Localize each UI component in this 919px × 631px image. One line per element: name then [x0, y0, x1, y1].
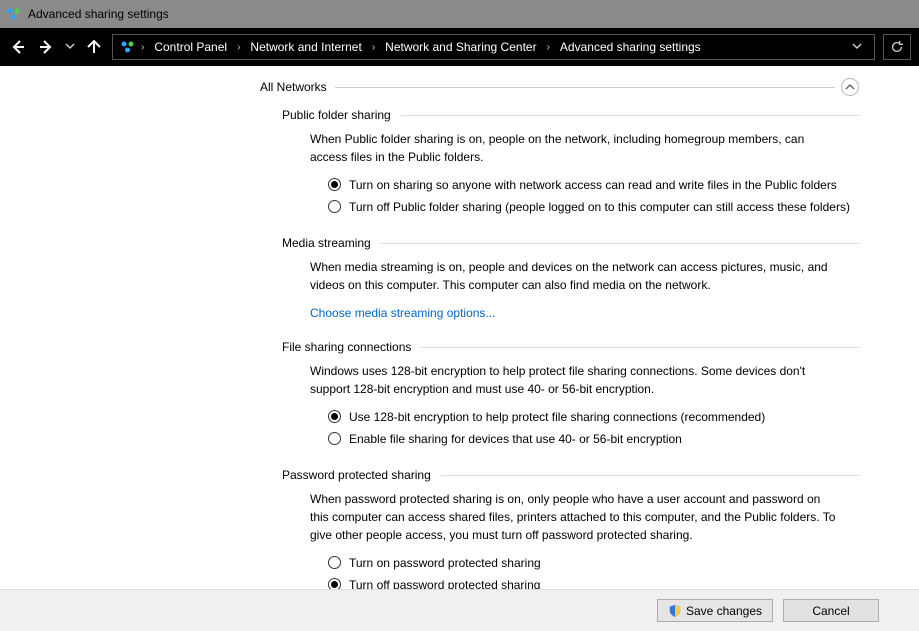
- radio-label: Enable file sharing for devices that use…: [349, 430, 682, 448]
- chevron-right-icon: ›: [235, 42, 242, 53]
- breadcrumb-item[interactable]: Advanced sharing settings: [554, 37, 707, 57]
- radio-public-on[interactable]: Turn on sharing so anyone with network a…: [328, 176, 859, 194]
- radio-icon[interactable]: [328, 178, 341, 191]
- group-title: All Networks: [260, 80, 335, 94]
- back-button[interactable]: [8, 37, 28, 57]
- section-description: When password protected sharing is on, o…: [310, 490, 839, 544]
- breadcrumb[interactable]: › Control Panel › Network and Internet ›…: [112, 34, 875, 60]
- radio-password-on[interactable]: Turn on password protected sharing: [328, 554, 859, 572]
- refresh-button[interactable]: [883, 34, 911, 60]
- radio-icon[interactable]: [328, 432, 341, 445]
- content-area: All Networks Public folder sharing When …: [0, 66, 919, 589]
- radio-icon[interactable]: [328, 578, 341, 589]
- section-public-folder: Public folder sharing: [282, 108, 859, 122]
- section-file-sharing: File sharing connections: [282, 340, 859, 354]
- radio-password-off[interactable]: Turn off password protected sharing: [328, 576, 859, 589]
- group-header-all-networks[interactable]: All Networks: [260, 78, 859, 96]
- section-description: Windows uses 128-bit encryption to help …: [310, 362, 839, 398]
- recent-dropdown[interactable]: [64, 41, 76, 54]
- radio-icon[interactable]: [328, 200, 341, 213]
- titlebar: Advanced sharing settings: [0, 0, 919, 28]
- section-password-sharing: Password protected sharing: [282, 468, 859, 482]
- media-options-link[interactable]: Choose media streaming options...: [310, 306, 495, 320]
- save-changes-button[interactable]: Save changes: [657, 599, 773, 622]
- up-button[interactable]: [84, 37, 104, 57]
- section-label: Public folder sharing: [282, 108, 401, 122]
- divider: [421, 347, 859, 348]
- radio-icon[interactable]: [328, 556, 341, 569]
- radio-128bit[interactable]: Use 128-bit encryption to help protect f…: [328, 408, 859, 426]
- chevron-down-icon[interactable]: [846, 41, 868, 54]
- radio-label: Turn on sharing so anyone with network a…: [349, 176, 837, 194]
- breadcrumb-item[interactable]: Network and Sharing Center: [379, 37, 542, 57]
- section-label: Password protected sharing: [282, 468, 441, 482]
- network-sharing-icon: [6, 6, 22, 22]
- footer-bar: Save changes Cancel: [0, 589, 919, 631]
- chevron-right-icon: ›: [545, 42, 552, 53]
- radio-40-56bit[interactable]: Enable file sharing for devices that use…: [328, 430, 859, 448]
- radio-label: Use 128-bit encryption to help protect f…: [349, 408, 765, 426]
- divider: [381, 243, 859, 244]
- radio-icon[interactable]: [328, 410, 341, 423]
- window-title: Advanced sharing settings: [28, 7, 169, 21]
- section-label: Media streaming: [282, 236, 381, 250]
- network-sharing-icon: [119, 39, 137, 55]
- section-description: When Public folder sharing is on, people…: [310, 130, 839, 166]
- cancel-button[interactable]: Cancel: [783, 599, 879, 622]
- navbar: › Control Panel › Network and Internet ›…: [0, 28, 919, 66]
- section-media-streaming: Media streaming: [282, 236, 859, 250]
- button-label: Cancel: [812, 604, 849, 618]
- section-label: File sharing connections: [282, 340, 421, 354]
- radio-public-off[interactable]: Turn off Public folder sharing (people l…: [328, 198, 859, 216]
- radio-label: Turn on password protected sharing: [349, 554, 541, 572]
- divider: [401, 115, 859, 116]
- breadcrumb-item[interactable]: Network and Internet: [244, 37, 367, 57]
- collapse-icon[interactable]: [841, 78, 859, 96]
- shield-icon: [668, 604, 682, 618]
- section-description: When media streaming is on, people and d…: [310, 258, 839, 294]
- breadcrumb-item[interactable]: Control Panel: [148, 37, 233, 57]
- chevron-right-icon: ›: [139, 42, 146, 53]
- forward-button[interactable]: [36, 37, 56, 57]
- radio-label: Turn off password protected sharing: [349, 576, 540, 589]
- radio-label: Turn off Public folder sharing (people l…: [349, 198, 850, 216]
- chevron-right-icon: ›: [370, 42, 377, 53]
- divider: [335, 87, 835, 88]
- button-label: Save changes: [686, 604, 762, 618]
- divider: [441, 475, 859, 476]
